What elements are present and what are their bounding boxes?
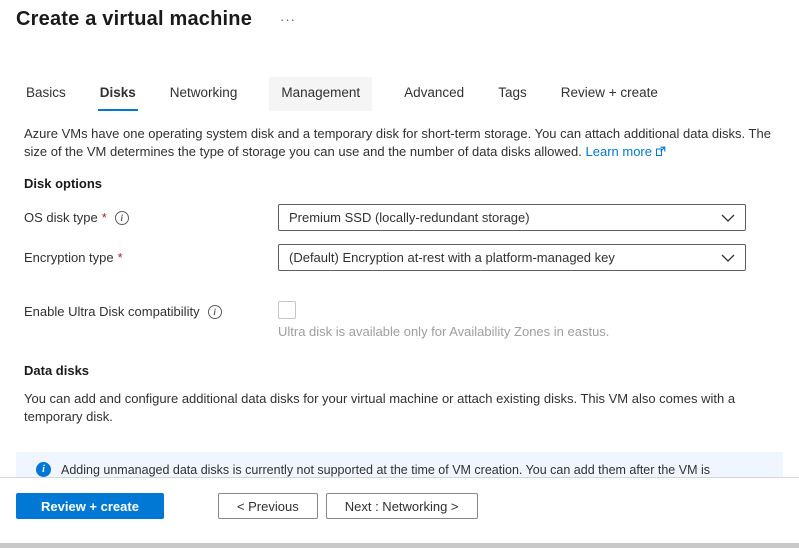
- tab-advanced[interactable]: Advanced: [402, 77, 466, 111]
- ultra-disk-helper-text: Ultra disk is available only for Availab…: [278, 324, 609, 339]
- previous-button[interactable]: < Previous: [218, 493, 318, 519]
- external-link-icon: [655, 144, 666, 162]
- bottom-scrollbar-strip[interactable]: [0, 543, 799, 548]
- tab-management[interactable]: Management: [269, 77, 372, 111]
- disks-intro-text: Azure VMs have one operating system disk…: [24, 125, 776, 162]
- next-networking-button[interactable]: Next : Networking >: [326, 493, 478, 519]
- data-disks-description: You can add and configure additional dat…: [24, 390, 776, 426]
- wizard-tabs: Basics Disks Networking Management Advan…: [24, 77, 799, 111]
- chevron-down-icon: [721, 254, 735, 262]
- info-icon[interactable]: i: [115, 211, 129, 225]
- data-disks-heading: Data disks: [24, 363, 799, 378]
- learn-more-link[interactable]: Learn more: [586, 144, 666, 159]
- tab-review-create[interactable]: Review + create: [559, 77, 660, 111]
- encryption-type-dropdown[interactable]: (Default) Encryption at-rest with a plat…: [278, 244, 746, 271]
- chevron-down-icon: [721, 214, 735, 222]
- tab-tags[interactable]: Tags: [496, 77, 529, 111]
- page-title: Create a virtual machine: [16, 8, 252, 31]
- encryption-type-label: Encryption type *: [24, 250, 278, 265]
- os-disk-type-label: OS disk type * i: [24, 210, 278, 225]
- ultra-disk-label: Enable Ultra Disk compatibility i: [24, 304, 278, 319]
- review-create-button[interactable]: Review + create: [16, 493, 164, 519]
- required-asterisk: *: [102, 210, 107, 225]
- ultra-disk-control: Ultra disk is available only for Availab…: [278, 301, 609, 339]
- footer-bar: Review + create < Previous Next : Networ…: [0, 477, 799, 543]
- os-disk-type-dropdown[interactable]: Premium SSD (locally-redundant storage): [278, 204, 746, 231]
- tab-basics[interactable]: Basics: [24, 77, 68, 111]
- os-disk-type-row: OS disk type * i Premium SSD (locally-re…: [24, 204, 799, 231]
- ultra-disk-row: Enable Ultra Disk compatibility i Ultra …: [24, 301, 799, 339]
- os-disk-type-value: Premium SSD (locally-redundant storage): [289, 210, 530, 225]
- info-icon[interactable]: i: [208, 305, 222, 319]
- encryption-type-row: Encryption type * (Default) Encryption a…: [24, 244, 799, 271]
- disk-options-heading: Disk options: [24, 176, 799, 191]
- tab-disks[interactable]: Disks: [98, 77, 138, 111]
- more-options-ellipsis[interactable]: ···: [280, 12, 296, 27]
- info-filled-icon: i: [36, 462, 51, 477]
- ultra-disk-checkbox[interactable]: [278, 301, 296, 319]
- encryption-type-value: (Default) Encryption at-rest with a plat…: [289, 250, 615, 265]
- page-header: Create a virtual machine ···: [0, 0, 799, 31]
- required-asterisk: *: [118, 250, 123, 265]
- tab-networking[interactable]: Networking: [168, 77, 240, 111]
